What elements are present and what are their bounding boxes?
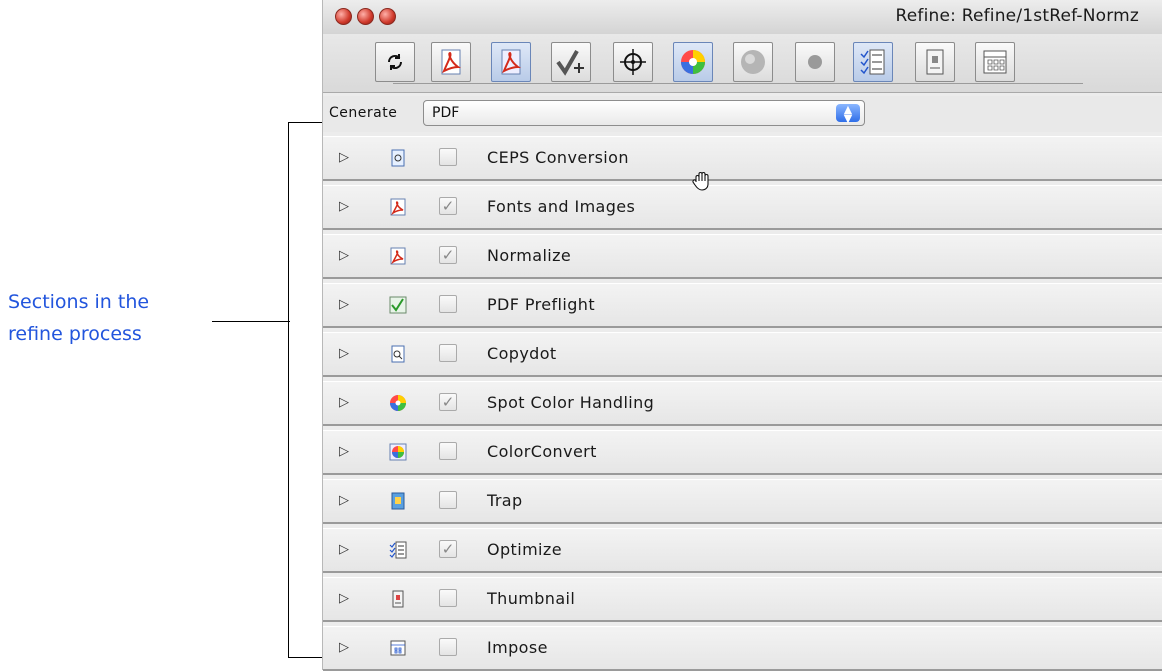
disclosure-triangle-icon[interactable]: ▷ [339,591,349,606]
section-label: Normalize [487,246,572,265]
section-checkbox[interactable] [439,148,457,166]
generate-label: Cenerate [329,105,398,121]
hand-cursor-icon [691,170,713,196]
generate-select-value: PDF [432,105,460,121]
close-button[interactable] [335,8,352,25]
window-title: Refine: Refine/1stRef-Normz [895,6,1139,26]
minimize-button[interactable] [357,8,374,25]
generate-row: Cenerate PDF ▲ ▼ [323,96,1162,132]
annotation-callout: Sections in the refine process [8,286,198,350]
section-label: ColorConvert [487,442,597,461]
ceps-icon [389,149,407,167]
pdf-doc-icon [389,198,407,216]
section-label: PDF Preflight [487,295,595,314]
section-checkbox[interactable] [439,589,457,607]
section-checkbox[interactable] [439,491,457,509]
section-label: Copydot [487,344,557,363]
disclosure-triangle-icon[interactable]: ▷ [339,346,349,361]
color-wheel-icon[interactable] [673,42,713,82]
disclosure-triangle-icon[interactable]: ▷ [339,199,349,214]
section-row-trap[interactable]: ▷ Trap [323,479,1162,524]
check-plus-icon[interactable] [551,42,591,82]
gray-dot-icon[interactable] [795,42,835,82]
zoom-button[interactable] [379,8,396,25]
crosshair-icon[interactable] [613,42,653,82]
section-checkbox[interactable]: ✓ [439,197,457,215]
annotation-leader-line [212,321,290,322]
generate-select[interactable]: PDF ▲ ▼ [423,100,865,126]
section-checkbox[interactable]: ✓ [439,540,457,558]
section-label: Impose [487,638,548,657]
pdf-doc-selected-icon[interactable] [491,42,531,82]
disclosure-triangle-icon[interactable]: ▷ [339,297,349,312]
copydot-icon [389,345,407,363]
section-row-impose[interactable]: ▷ Impose [323,626,1162,671]
disclosure-triangle-icon[interactable]: ▷ [339,248,349,263]
section-checkbox[interactable]: ✓ [439,393,457,411]
checklist-icon[interactable] [853,42,893,82]
annotation-line-1: Sections in the [8,291,150,313]
section-label: CEPS Conversion [487,148,629,167]
disclosure-triangle-icon[interactable]: ▷ [339,493,349,508]
impose-grid-icon[interactable] [975,42,1015,82]
color-wheel-icon [389,394,407,412]
section-label: Thumbnail [487,589,576,608]
page-icon [389,590,407,608]
section-row-normalize[interactable]: ▷ ✓ Normalize [323,234,1162,279]
section-label: Optimize [487,540,562,559]
section-checkbox[interactable] [439,344,457,362]
section-row-colorconvert[interactable]: ▷ ColorConvert [323,430,1162,475]
toolbar-divider [393,83,1083,84]
section-row-optimize[interactable]: ▷ ✓ Optimize [323,528,1162,573]
section-label: Fonts and Images [487,197,636,216]
section-checkbox[interactable] [439,442,457,460]
check-plus-icon [389,296,407,314]
section-label: Trap [487,491,523,510]
refine-window: Refine: Refine/1stRef-Normz Cenerate PDF… [322,0,1162,671]
disclosure-triangle-icon[interactable]: ▷ [339,395,349,410]
section-row-copydot[interactable]: ▷ Copydot [323,332,1162,377]
trap-icon [389,492,407,510]
section-row-ceps-conversion[interactable]: ▷ CEPS Conversion [323,136,1162,181]
color-wheel-icon [389,443,407,461]
section-label: Spot Color Handling [487,393,655,412]
impose-grid-icon [389,639,407,657]
checklist-icon [389,541,407,559]
section-checkbox[interactable] [439,295,457,313]
section-row-pdf-preflight[interactable]: ▷ PDF Preflight [323,283,1162,328]
select-arrows-icon: ▲ ▼ [836,104,860,124]
refresh-icon[interactable] [375,42,415,82]
toolbar [323,34,1162,93]
pdf-doc-icon[interactable] [431,42,471,82]
page-icon[interactable] [915,42,955,82]
section-checkbox[interactable] [439,638,457,656]
disclosure-triangle-icon[interactable]: ▷ [339,542,349,557]
disclosure-triangle-icon[interactable]: ▷ [339,150,349,165]
section-checkbox[interactable]: ✓ [439,246,457,264]
disclosure-triangle-icon[interactable]: ▷ [339,640,349,655]
title-bar: Refine: Refine/1stRef-Normz [323,0,1162,34]
pdf-doc-icon [389,247,407,265]
section-row-thumbnail[interactable]: ▷ Thumbnail [323,577,1162,622]
annotation-line-2: refine process [8,323,142,345]
section-row-spot-color-handling[interactable]: ▷ ✓ Spot Color Handling [323,381,1162,426]
section-row-fonts-and-images[interactable]: ▷ ✓ Fonts and Images [323,185,1162,230]
gray-sphere-icon[interactable] [733,42,773,82]
disclosure-triangle-icon[interactable]: ▷ [339,444,349,459]
